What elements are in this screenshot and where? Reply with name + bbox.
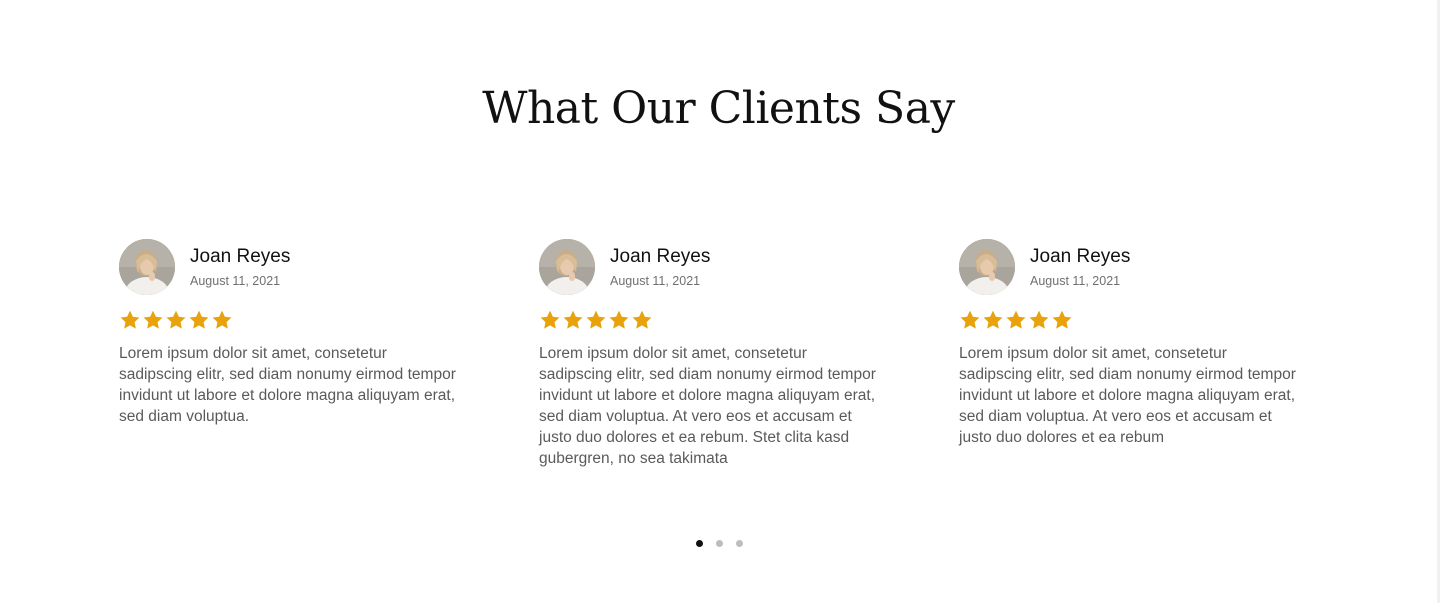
- star-icon: [166, 310, 186, 329]
- star-icon: [540, 310, 560, 329]
- testimonials-carousel: Joan Reyes August 11, 2021 Lorem ipsum d…: [119, 239, 1329, 479]
- avatar-image: [959, 239, 1015, 295]
- testimonial-header: Joan Reyes August 11, 2021: [539, 239, 884, 295]
- review-date: August 11, 2021: [190, 274, 281, 288]
- section-title: What Our Clients Say: [482, 83, 955, 134]
- avatar: [539, 239, 595, 295]
- star-icon: [1029, 310, 1049, 329]
- review-text: Lorem ipsum dolor sit amet, consetetur s…: [539, 345, 876, 467]
- carousel-pagination: [696, 540, 743, 547]
- pagination-dot-2[interactable]: [716, 540, 723, 547]
- avatar: [959, 239, 1015, 295]
- reviewer-info: Joan Reyes August 11, 2021: [190, 239, 290, 288]
- star-icon: [609, 310, 629, 329]
- star-rating: [119, 309, 464, 331]
- review-date: August 11, 2021: [1030, 274, 1121, 288]
- testimonial-card: Joan Reyes August 11, 2021 Lorem ipsum d…: [539, 239, 884, 469]
- reviewer-name: Joan Reyes: [1030, 246, 1131, 267]
- star-rating: [959, 309, 1304, 331]
- review-text: Lorem ipsum dolor sit amet, consetetur s…: [119, 345, 456, 425]
- star-icon: [143, 310, 163, 329]
- avatar: [119, 239, 175, 295]
- reviewer-info: Joan Reyes August 11, 2021: [610, 239, 710, 288]
- star-icon: [563, 310, 583, 329]
- star-icon: [120, 310, 140, 329]
- star-icon: [983, 310, 1003, 329]
- testimonial-card: Joan Reyes August 11, 2021 Lorem ipsum d…: [119, 239, 464, 427]
- star-icon: [632, 310, 652, 329]
- review-date: August 11, 2021: [610, 274, 701, 288]
- testimonial-card: Joan Reyes August 11, 2021 Lorem ipsum d…: [959, 239, 1304, 448]
- star-icon: [189, 310, 209, 329]
- pagination-dot-3[interactable]: [736, 540, 743, 547]
- review-text: Lorem ipsum dolor sit amet, consetetur s…: [959, 345, 1296, 446]
- testimonial-header: Joan Reyes August 11, 2021: [119, 239, 464, 295]
- testimonial-header: Joan Reyes August 11, 2021: [959, 239, 1304, 295]
- star-icon: [212, 310, 232, 329]
- star-rating: [539, 309, 884, 331]
- star-icon: [1006, 310, 1026, 329]
- pagination-dot-1[interactable]: [696, 540, 703, 547]
- reviewer-name: Joan Reyes: [610, 246, 711, 267]
- reviewer-name: Joan Reyes: [190, 246, 291, 267]
- star-icon: [1052, 310, 1072, 329]
- reviewer-info: Joan Reyes August 11, 2021: [1030, 239, 1130, 288]
- star-icon: [586, 310, 606, 329]
- star-icon: [960, 310, 980, 329]
- avatar-image: [119, 239, 175, 295]
- avatar-image: [539, 239, 595, 295]
